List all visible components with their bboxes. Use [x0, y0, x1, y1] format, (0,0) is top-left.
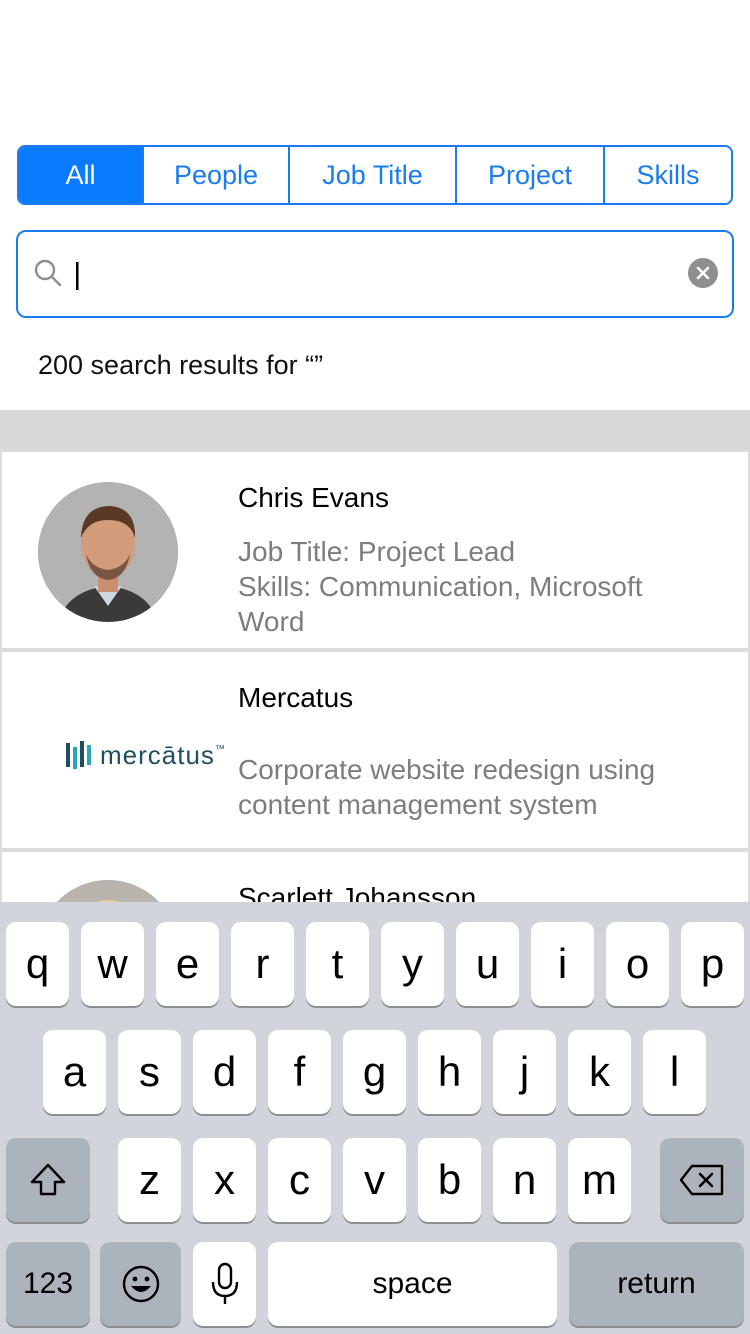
key-o[interactable]: o: [606, 922, 669, 1006]
microphone-icon: [211, 1262, 238, 1304]
key-i[interactable]: i: [531, 922, 594, 1006]
key-n[interactable]: n: [493, 1138, 556, 1222]
key-l[interactable]: l: [643, 1030, 706, 1114]
key-b[interactable]: b: [418, 1138, 481, 1222]
key-p[interactable]: p: [681, 922, 744, 1006]
key-q[interactable]: q: [6, 922, 69, 1006]
key-c[interactable]: c: [268, 1138, 331, 1222]
key-j[interactable]: j: [493, 1030, 556, 1114]
tab-skills[interactable]: Skills: [603, 147, 731, 203]
key-t[interactable]: t: [306, 922, 369, 1006]
key-y[interactable]: y: [381, 922, 444, 1006]
search-field[interactable]: [16, 230, 734, 318]
emoji-key[interactable]: [100, 1242, 181, 1326]
logo-trademark: ™: [214, 744, 225, 755]
key-h[interactable]: h: [418, 1030, 481, 1114]
tab-job-title[interactable]: Job Title: [288, 147, 455, 203]
list-item[interactable]: Scarlett Johansson: [2, 852, 748, 902]
magnifying-glass-icon: [34, 259, 62, 287]
tab-project[interactable]: Project: [455, 147, 603, 203]
key-s[interactable]: s: [118, 1030, 181, 1114]
result-skills: Skills: Communication, Microsoft Word: [238, 571, 643, 637]
text-cursor: [76, 262, 79, 290]
clear-icon[interactable]: [688, 258, 718, 288]
delete-icon: [679, 1164, 724, 1196]
key-w[interactable]: w: [81, 922, 144, 1006]
mercatus-logo: mercātus ™: [66, 740, 225, 771]
mercatus-logo-mark: [66, 740, 91, 769]
list-item[interactable]: Chris Evans Job Title: Project Lead Skil…: [2, 452, 748, 648]
result-name: Scarlett Johansson: [238, 882, 477, 902]
key-u[interactable]: u: [456, 922, 519, 1006]
section-divider: [0, 410, 750, 450]
key-m[interactable]: m: [568, 1138, 631, 1222]
delete-key[interactable]: [660, 1138, 744, 1222]
numbers-key[interactable]: 123: [6, 1242, 90, 1326]
key-k[interactable]: k: [568, 1030, 631, 1114]
key-z[interactable]: z: [118, 1138, 181, 1222]
key-f[interactable]: f: [268, 1030, 331, 1114]
key-a[interactable]: a: [43, 1030, 106, 1114]
logo-text: mercātus: [100, 740, 215, 770]
key-d[interactable]: d: [193, 1030, 256, 1114]
avatar: [38, 880, 178, 902]
key-x[interactable]: x: [193, 1138, 256, 1222]
key-e[interactable]: e: [156, 922, 219, 1006]
result-details: Job Title: Project Lead Skills: Communic…: [238, 534, 708, 639]
results-list: Chris Evans Job Title: Project Lead Skil…: [0, 450, 750, 902]
results-count-text: 200 search results for “”: [38, 350, 324, 380]
space-key[interactable]: space: [268, 1242, 557, 1326]
key-r[interactable]: r: [231, 922, 294, 1006]
shift-key[interactable]: [6, 1138, 90, 1222]
search-input[interactable]: [78, 250, 682, 300]
emoji-icon: [122, 1265, 159, 1303]
avatar: [38, 482, 178, 622]
filter-segmented-control: All People Job Title Project Skills: [17, 145, 733, 205]
result-job-title: Job Title: Project Lead: [238, 536, 516, 567]
keyboard: q w e r t y u i o p a s d f g h j k l z …: [0, 902, 750, 1334]
key-g[interactable]: g: [343, 1030, 406, 1114]
tab-people[interactable]: People: [142, 147, 288, 203]
microphone-key[interactable]: [193, 1242, 256, 1326]
return-key[interactable]: return: [569, 1242, 744, 1326]
tab-all[interactable]: All: [19, 147, 142, 203]
shift-icon: [30, 1163, 66, 1196]
list-item[interactable]: mercātus ™ Mercatus Corporate website re…: [2, 652, 748, 848]
result-name: Chris Evans: [238, 482, 389, 513]
result-description: Corporate website redesign using content…: [238, 754, 656, 820]
key-v[interactable]: v: [343, 1138, 406, 1222]
result-name: Mercatus: [238, 682, 354, 713]
